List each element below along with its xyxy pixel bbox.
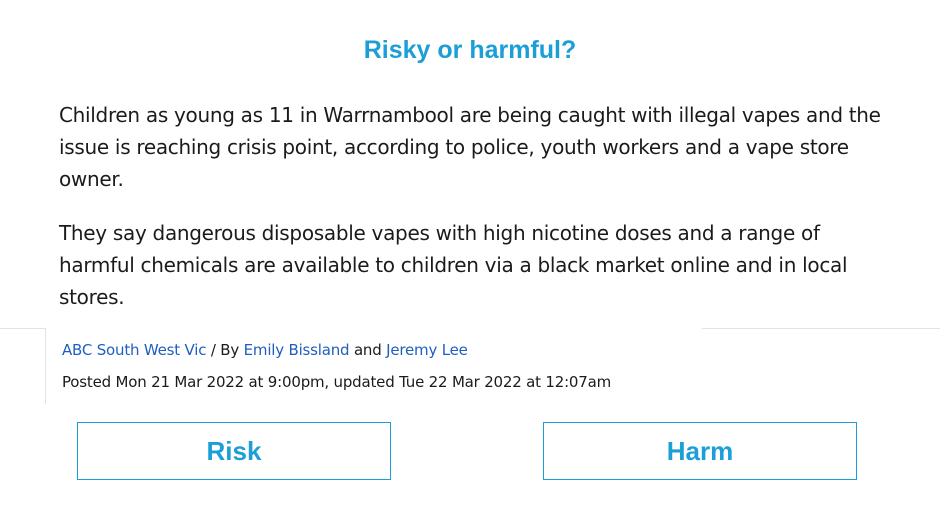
divider xyxy=(702,328,940,329)
byline: ABC South West Vic / By Emily Bissland a… xyxy=(62,339,468,361)
posted-timestamp: Posted Mon 21 Mar 2022 at 9:00pm, update… xyxy=(62,373,612,391)
harm-button[interactable]: Harm xyxy=(543,422,857,480)
risk-button[interactable]: Risk xyxy=(77,422,391,480)
author-link-jeremy-lee[interactable]: Jeremy Lee xyxy=(386,341,468,359)
source-link[interactable]: ABC South West Vic xyxy=(62,341,206,359)
divider xyxy=(0,328,46,329)
author-link-emily-bissland[interactable]: Emily Bissland xyxy=(244,341,350,359)
page-title: Risky or harmful? xyxy=(363,36,577,64)
article-paragraph-2: They say dangerous disposable vapes with… xyxy=(59,221,848,309)
article-paragraph-1: Children as young as 11 in Warrnambool a… xyxy=(59,103,881,191)
byline-separator: / By xyxy=(206,341,244,359)
byline-conjunction: and xyxy=(349,341,387,359)
divider xyxy=(45,328,46,404)
